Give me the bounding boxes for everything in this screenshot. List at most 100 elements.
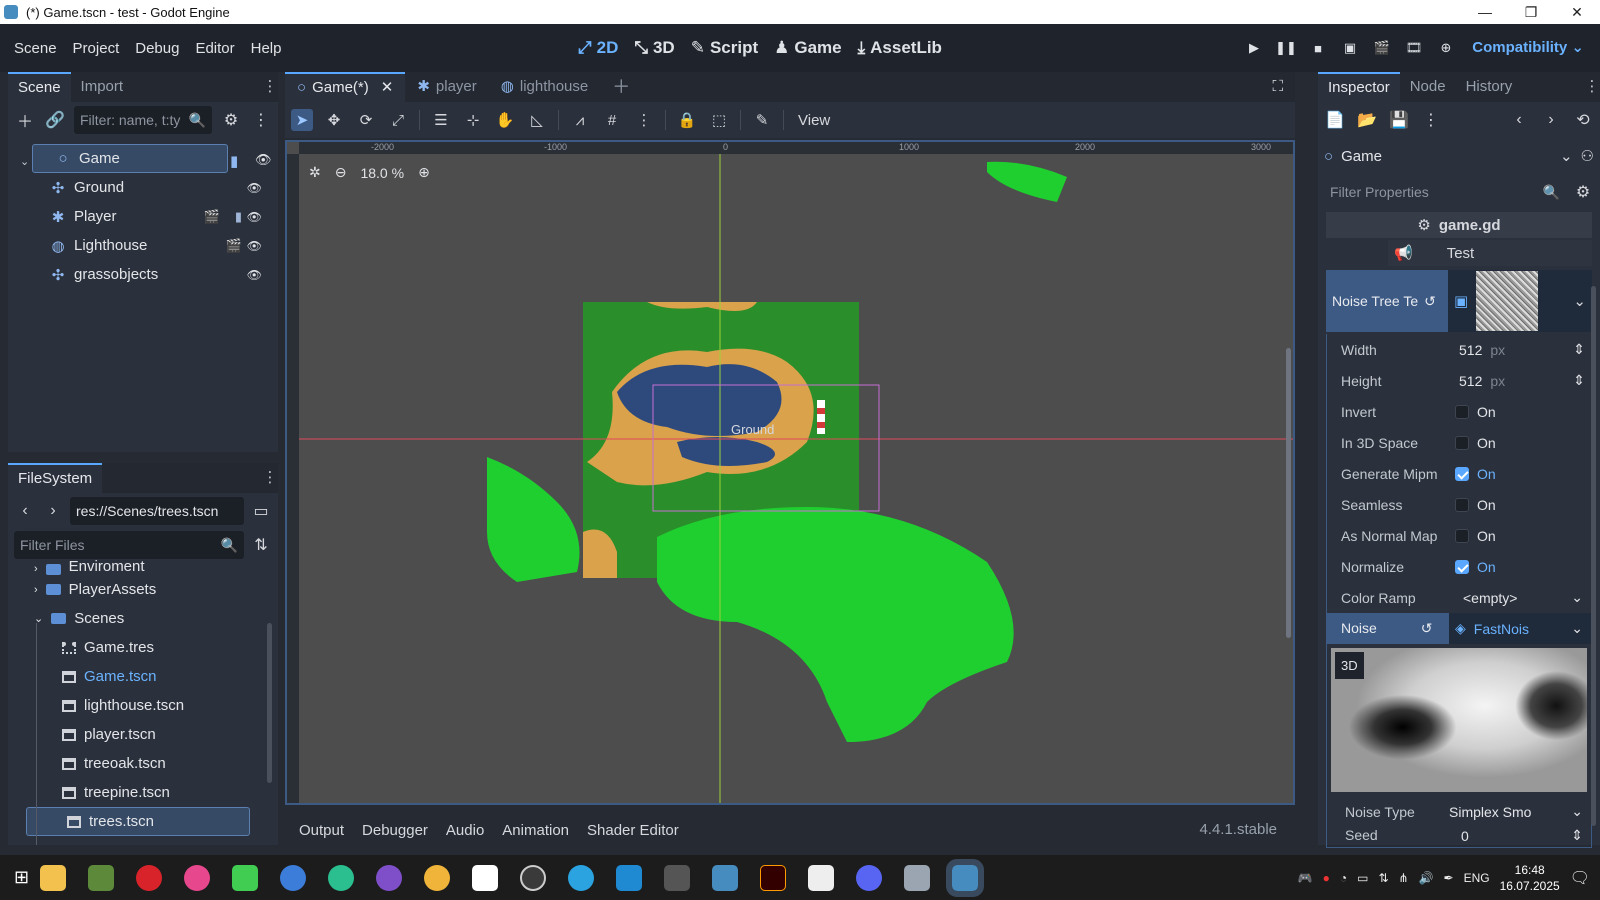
minecraft-icon[interactable]: [88, 864, 115, 891]
tab-output[interactable]: Output: [299, 822, 344, 839]
kebab-menu-icon[interactable]: ⋮: [262, 463, 278, 493]
visibility-eye-icon[interactable]: 👁: [247, 268, 262, 282]
kebab-menu-icon[interactable]: ⋮: [262, 72, 278, 102]
tab-scene[interactable]: Scene: [8, 72, 71, 102]
pen-icon[interactable]: ✒: [1444, 871, 1454, 885]
distraction-free-icon[interactable]: ⛶: [1272, 72, 1283, 102]
forward-icon[interactable]: ›: [42, 500, 64, 522]
list-select-icon[interactable]: ☰: [430, 109, 452, 131]
script-attached-icon[interactable]: ▮: [235, 209, 242, 225]
remote-debug-icon[interactable]: ▣: [1340, 38, 1360, 58]
menu-help[interactable]: Help: [243, 40, 290, 57]
scale-mode-icon[interactable]: ⤢: [387, 109, 409, 131]
opera-icon[interactable]: [136, 864, 163, 891]
display-icon[interactable]: ▭: [1357, 871, 1368, 885]
inspector-scrollbar[interactable]: [1591, 286, 1596, 826]
vscode-icon[interactable]: [616, 864, 643, 891]
lock-icon[interactable]: 🔒: [676, 109, 698, 131]
zoom-out-icon[interactable]: ⊖: [335, 164, 347, 181]
fs-file-treeoak-tscn[interactable]: treeoak.tscn: [14, 749, 278, 778]
fs-file-treepine-tscn[interactable]: treepine.tscn: [14, 778, 278, 807]
github-desktop-icon[interactable]: [328, 864, 355, 891]
inspected-object[interactable]: Game: [1341, 148, 1552, 165]
aseprite-icon[interactable]: [184, 864, 211, 891]
color-ramp-picker[interactable]: <empty> ⌄: [1449, 589, 1591, 606]
revert-icon[interactable]: ↺: [1424, 293, 1436, 310]
visibility-eye-icon[interactable]: 👁: [247, 181, 262, 195]
noise-preview-image[interactable]: [1331, 648, 1587, 792]
split-view-icon[interactable]: ▭: [250, 500, 272, 522]
open-resource-icon[interactable]: 📂: [1356, 109, 1378, 131]
tab-filesystem[interactable]: FileSystem: [8, 463, 103, 493]
chevron-down-icon[interactable]: ⌄: [1571, 589, 1583, 606]
noise-type-dropdown[interactable]: Simplex Smo ⌄: [1449, 803, 1591, 820]
fs-folder-enviroment[interactable]: › Enviroment: [14, 553, 278, 575]
tree-node-grassobjects[interactable]: ✣ grassobjects 👁: [14, 260, 272, 289]
height-value[interactable]: 512: [1459, 373, 1482, 389]
sync-icon[interactable]: ◔: [1340, 871, 1347, 885]
workspace-game-button[interactable]: ♟ Game: [768, 38, 848, 58]
new-resource-icon[interactable]: 📄: [1324, 109, 1346, 131]
snap-options-icon[interactable]: ⋮: [633, 109, 655, 131]
network-icon[interactable]: ⇅: [1378, 871, 1388, 885]
preview-3d-toggle[interactable]: 3D: [1335, 652, 1364, 679]
illustrator-icon[interactable]: [760, 864, 787, 891]
fs-file-player-tscn[interactable]: player.tscn: [14, 720, 278, 749]
menu-scene[interactable]: Scene: [6, 40, 65, 57]
revert-icon[interactable]: ↺: [1421, 620, 1433, 636]
close-window-button[interactable]: ✕: [1554, 0, 1600, 24]
kebab-menu-icon[interactable]: ⋮: [1584, 72, 1600, 102]
width-value[interactable]: 512: [1459, 342, 1482, 358]
fs-file-lighthouse-tscn[interactable]: lighthouse.tscn: [14, 691, 278, 720]
as-normal-map-checkbox[interactable]: [1455, 528, 1469, 543]
scene-filter-input[interactable]: Filter: name, t:ty 🔍: [74, 106, 212, 134]
history-back-icon[interactable]: ‹: [1508, 109, 1530, 131]
select-mode-icon[interactable]: ➤: [291, 109, 313, 131]
visibility-eye-icon[interactable]: 👁: [255, 152, 272, 168]
seamless-checkbox[interactable]: [1455, 497, 1469, 512]
group-test-header[interactable]: 📢 Test: [1388, 240, 1592, 266]
chevron-down-icon[interactable]: ⌄: [1571, 620, 1583, 637]
rotate-mode-icon[interactable]: ⟳: [355, 109, 377, 131]
history-forward-icon[interactable]: ›: [1540, 109, 1562, 131]
close-tab-icon[interactable]: ✕: [381, 73, 394, 103]
back-icon[interactable]: ‹: [14, 500, 36, 522]
open-scene-icon[interactable]: 🎬: [226, 238, 242, 254]
tree-node-ground[interactable]: ✣ Ground 👁: [14, 173, 272, 202]
workspace-script-button[interactable]: ✎ Script: [685, 38, 764, 58]
krita-icon[interactable]: [280, 864, 307, 891]
tab-animation[interactable]: Animation: [502, 822, 569, 839]
play-scene-icon[interactable]: 🎬: [1372, 38, 1392, 58]
workspace-2d-button[interactable]: ⤢ 2D: [572, 38, 624, 58]
movie-maker-icon[interactable]: ⊕: [1436, 38, 1456, 58]
script-attached-icon[interactable]: ▮: [230, 152, 238, 170]
menu-editor[interactable]: Editor: [187, 40, 242, 57]
fs-folder-playerassets[interactable]: › PlayerAssets: [14, 575, 278, 604]
visibility-eye-icon[interactable]: 👁: [247, 210, 262, 224]
chevron-down-icon[interactable]: ⌄: [1573, 292, 1586, 310]
visibility-eye-icon[interactable]: 👁: [247, 239, 262, 253]
resource-options-icon[interactable]: ⋮: [1420, 109, 1442, 131]
spinner-icon[interactable]: ⇕: [1573, 341, 1585, 358]
tab-debugger[interactable]: Debugger: [362, 822, 428, 839]
in-3d-space-checkbox[interactable]: [1455, 435, 1469, 450]
fs-file-trees-tscn[interactable]: trees.tscn: [26, 807, 250, 836]
normalize-checkbox[interactable]: [1455, 559, 1469, 574]
windows-start-icon[interactable]: ⊞: [14, 867, 29, 888]
discord-icon[interactable]: [856, 864, 883, 891]
bone-icon[interactable]: ✎: [751, 109, 773, 131]
tab-import[interactable]: Import: [71, 72, 134, 102]
engine-version[interactable]: 4.4.1.stable: [1199, 821, 1277, 838]
tool-icon[interactable]: [904, 864, 931, 891]
noise-resource-picker[interactable]: ◈ FastNois ⌄: [1449, 620, 1591, 637]
inspector-settings-icon[interactable]: ⚙: [1572, 181, 1594, 203]
obs-icon[interactable]: [520, 864, 547, 891]
gamepad-icon[interactable]: 🎮: [1298, 871, 1313, 885]
view-menu[interactable]: View: [794, 112, 834, 129]
menu-project[interactable]: Project: [65, 40, 128, 57]
fs-file-game-tres[interactable]: Game.tres: [14, 633, 278, 662]
notifications-icon[interactable]: 🗨: [1570, 868, 1590, 888]
play-icon[interactable]: ▶: [1244, 38, 1264, 58]
play-custom-scene-icon[interactable]: 🎞: [1404, 38, 1424, 58]
seed-value[interactable]: 0: [1461, 828, 1469, 844]
